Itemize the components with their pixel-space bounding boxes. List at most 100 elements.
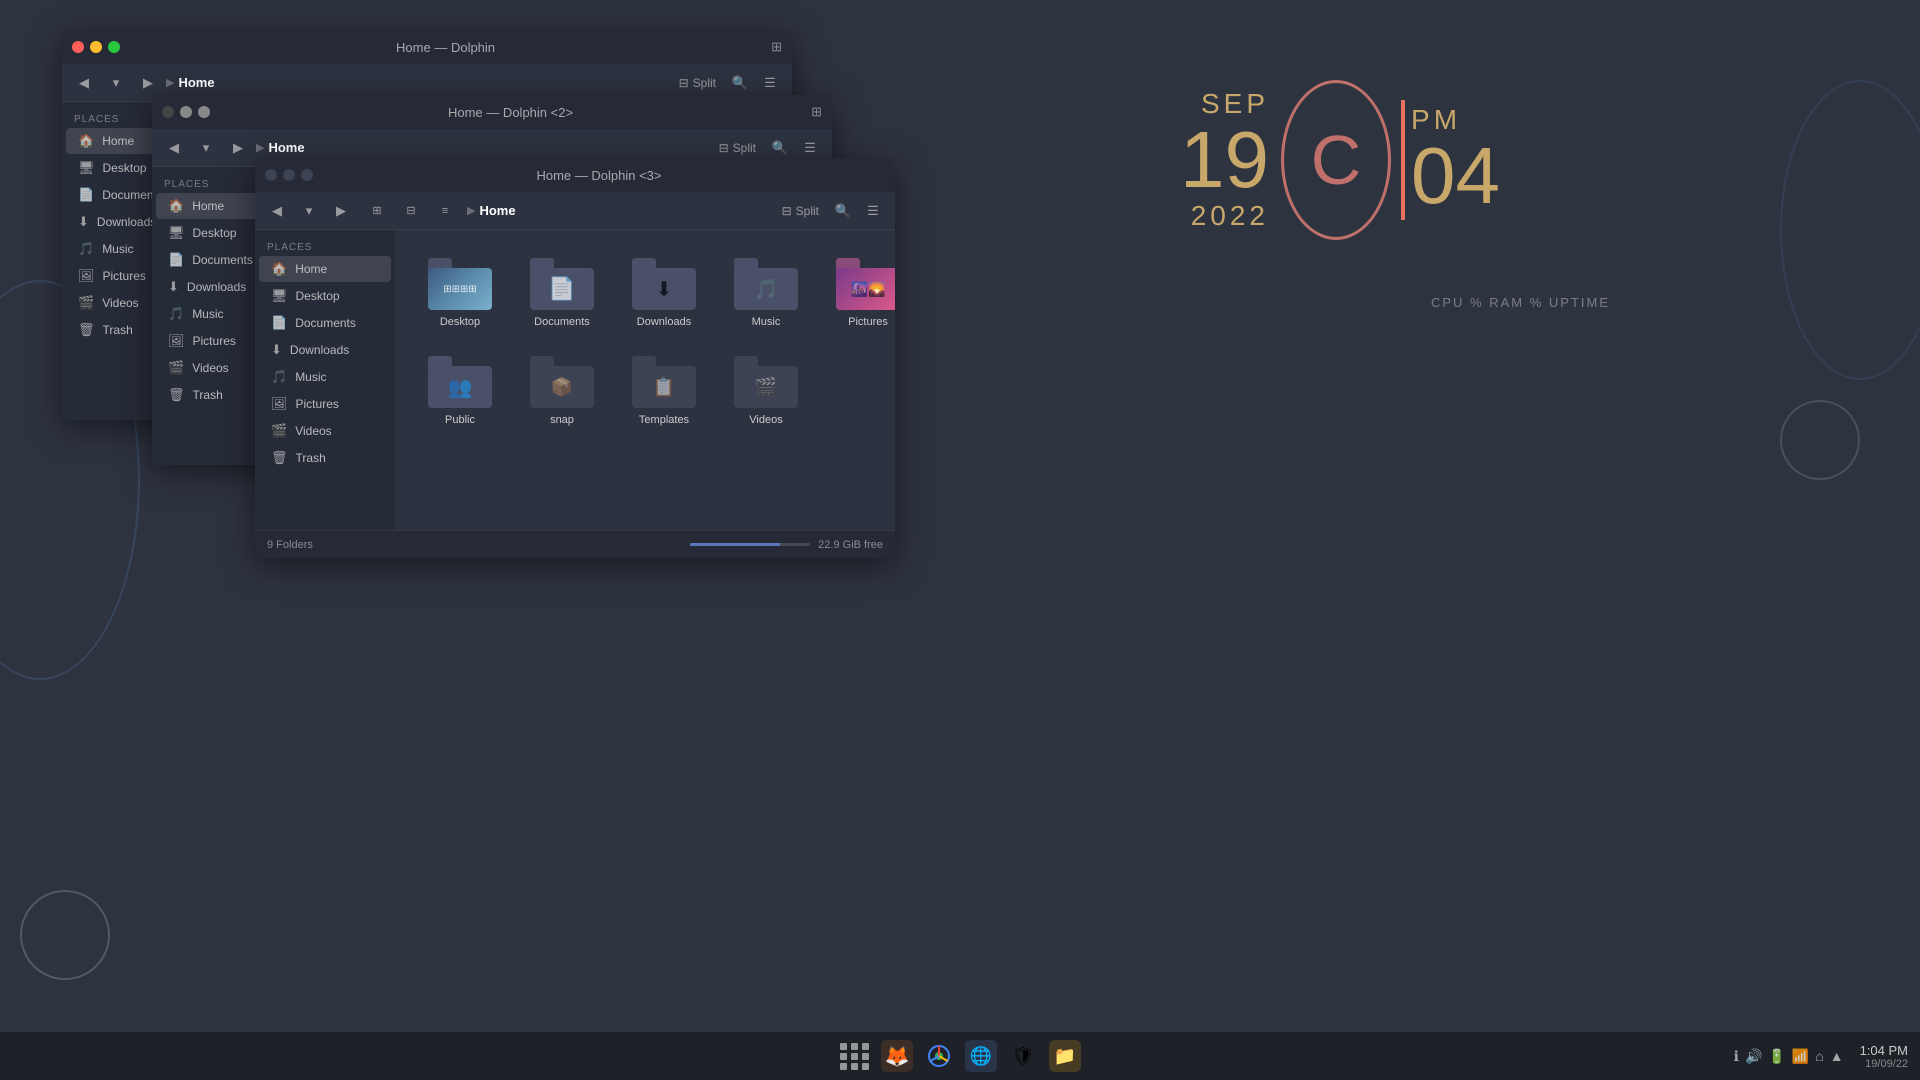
folder-desktop[interactable]: ⊞⊞⊞⊞ Desktop [415, 250, 505, 336]
pictures-folder-label: Pictures [848, 316, 888, 328]
breadcrumb-home-1[interactable]: Home [178, 75, 214, 90]
close-indicator-2[interactable] [162, 106, 174, 118]
breadcrumb-home-3[interactable]: Home [479, 203, 515, 218]
dolphin-body-3: Places 🏠Home 🖥Desktop 📄Documents ⬇Downlo… [255, 230, 895, 530]
max-btn-1[interactable] [108, 41, 120, 53]
close-btn-3[interactable] [265, 169, 277, 181]
min-btn-2[interactable] [180, 106, 192, 118]
min-btn-1[interactable] [90, 41, 102, 53]
forward-btn-1[interactable]: ▶ [134, 70, 162, 96]
close-btn-1[interactable] [72, 41, 84, 53]
app-grid-btn[interactable] [839, 1040, 871, 1072]
sidebar-item-pictures-3[interactable]: 🖼Pictures [259, 391, 391, 417]
search-btn-3[interactable]: 🔍 [829, 198, 857, 224]
nav-dropdown-1[interactable]: ▾ [102, 70, 130, 96]
status-right-3: 22.9 GiB free [690, 539, 883, 551]
breadcrumb-2: ▶ Home [256, 140, 707, 155]
documents-icon-2: 📄 [168, 252, 184, 268]
sidebar-item-videos-3[interactable]: 🎬Videos [259, 418, 391, 444]
documents-folder-label: Documents [534, 316, 590, 328]
folder-pictures[interactable]: 🌆🌄 Pictures [823, 250, 895, 336]
nav-dropdown-2[interactable]: ▾ [192, 135, 220, 161]
folder-public[interactable]: 👥 Public [415, 348, 505, 434]
split-icon-sym-3: ⊟ [782, 204, 792, 218]
taskbar-right: ℹ 🔊 🔋 📶 ⌂ ▲ 1:04 PM 19/09/22 [1734, 1043, 1908, 1070]
documents-folder-icon: 📄 [530, 258, 594, 310]
list-view-btn-3[interactable]: ≡ [431, 198, 459, 224]
templates-folder-label: Templates [639, 414, 689, 426]
split-icon-sym-1: ⊟ [679, 76, 689, 90]
split-btn-1[interactable]: ⊟ Split [671, 73, 724, 93]
split-btn-3[interactable]: ⊟ Split [774, 201, 827, 221]
public-folder-icon: 👥 [428, 356, 492, 408]
sidebar-item-trash-3[interactable]: 🗑Trash [259, 445, 391, 471]
folder-downloads[interactable]: ⬇ Downloads [619, 250, 709, 336]
sidebar-item-downloads-3[interactable]: ⬇Downloads [259, 337, 391, 363]
music-icon-3: 🎵 [271, 369, 287, 385]
back-btn-3[interactable]: ◀ [263, 198, 291, 224]
file-grid-3: ⊞⊞⊞⊞ Desktop 📄 Documents [407, 242, 883, 442]
videos-icon-3: 🎬 [271, 423, 287, 439]
folder-documents[interactable]: 📄 Documents [517, 250, 607, 336]
view-icons-3: ⊞ ⊟ ≡ [363, 198, 459, 224]
speaker-icon[interactable]: 🔊 [1745, 1048, 1762, 1065]
min-btn-3[interactable] [283, 169, 295, 181]
expand-tray-icon[interactable]: ▲ [1830, 1048, 1844, 1064]
folder-templates[interactable]: 📋 Templates [619, 348, 709, 434]
sidebar-item-home-3[interactable]: 🏠Home [259, 256, 391, 282]
clock-taskbar: 1:04 PM 19/09/22 [1860, 1043, 1908, 1070]
taskbar-date: 19/09/22 [1865, 1058, 1908, 1070]
home-icon-1: 🏠 [78, 133, 94, 149]
breadcrumb-home-2[interactable]: Home [268, 140, 304, 155]
nav-dropdown-3[interactable]: ▾ [295, 198, 323, 224]
title-icons-2: ⊞ [811, 104, 822, 120]
folder-music[interactable]: 🎵 Music [721, 250, 811, 336]
info-icon[interactable]: ℹ [1734, 1048, 1739, 1065]
forward-btn-3[interactable]: ▶ [327, 198, 355, 224]
title-icons-1: ⊞ [771, 39, 782, 55]
menu-btn-2[interactable]: ☰ [796, 135, 824, 161]
network-icon[interactable]: 📶 [1792, 1048, 1809, 1065]
firefox-btn[interactable]: 🦊 [881, 1040, 913, 1072]
breadcrumb-1: ▶ Home [166, 75, 667, 90]
max-btn-3[interactable] [301, 169, 313, 181]
trash-icon-2: 🗑 [168, 387, 185, 403]
trash-icon-3: 🗑 [271, 450, 288, 466]
sidebar-3: Places 🏠Home 🖥Desktop 📄Documents ⬇Downlo… [255, 230, 395, 530]
menu-btn-3[interactable]: ☰ [859, 198, 887, 224]
app3-btn[interactable]: 🌐 [965, 1040, 997, 1072]
battery-icon[interactable]: 🔋 [1768, 1048, 1785, 1065]
chrome-btn[interactable] [923, 1040, 955, 1072]
display-icon[interactable]: ⌂ [1815, 1048, 1823, 1064]
folder-videos[interactable]: 🎬 Videos [721, 348, 811, 434]
grid-icon [840, 1043, 870, 1070]
back-btn-2[interactable]: ◀ [160, 135, 188, 161]
sys-tray: ℹ 🔊 🔋 📶 ⌂ ▲ [1734, 1048, 1844, 1065]
forward-btn-2[interactable]: ▶ [224, 135, 252, 161]
folder-snap[interactable]: 📦 snap [517, 348, 607, 434]
icon-view-btn-3[interactable]: ⊞ [363, 198, 391, 224]
back-btn-1[interactable]: ◀ [70, 70, 98, 96]
split-btn-2[interactable]: ⊟ Split [711, 138, 764, 158]
search-btn-1[interactable]: 🔍 [726, 70, 754, 96]
titlebar-1: Home — Dolphin ⊞ [62, 30, 792, 64]
taskbar-time: 1:04 PM [1860, 1043, 1908, 1058]
split-icon-sym-2: ⊟ [719, 141, 729, 155]
clock-day: 19 [1180, 120, 1269, 200]
downloads-folder-label: Downloads [637, 316, 691, 328]
max-btn-2[interactable] [198, 106, 210, 118]
sidebar-item-desktop-3[interactable]: 🖥Desktop [259, 283, 391, 309]
app4-btn[interactable]: 🛡 [1007, 1040, 1039, 1072]
videos-icon-1: 🎬 [78, 295, 94, 311]
breadcrumb-sep-1: ▶ [166, 76, 174, 89]
split-icon-1: ⊞ [771, 39, 782, 55]
sidebar-item-music-3[interactable]: 🎵Music [259, 364, 391, 390]
sidebar-item-documents-3[interactable]: 📄Documents [259, 310, 391, 336]
videos-icon-2: 🎬 [168, 360, 184, 376]
compact-view-btn-3[interactable]: ⊟ [397, 198, 425, 224]
split-label-1: Split [693, 76, 716, 90]
search-btn-2[interactable]: 🔍 [766, 135, 794, 161]
menu-btn-1[interactable]: ☰ [756, 70, 784, 96]
taskbar: 🦊 🌐 🛡 📁 ℹ 🔊 🔋 📶 [0, 1032, 1920, 1080]
dolphin-taskbar-btn[interactable]: 📁 [1049, 1040, 1081, 1072]
